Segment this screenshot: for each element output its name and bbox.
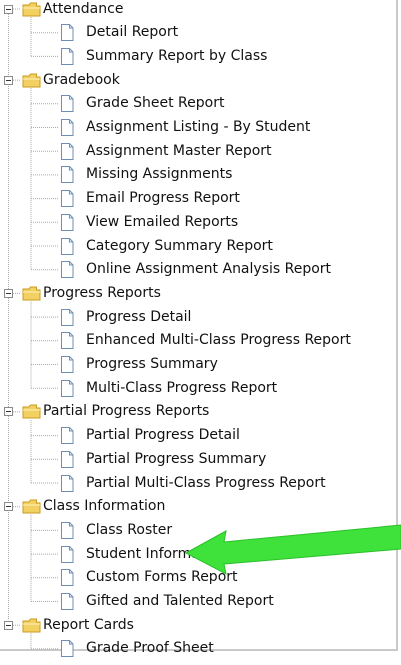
report-item-label[interactable]: Assignment Master Report: [86, 140, 272, 163]
category-gradebook[interactable]: Gradebook: [0, 69, 398, 92]
document-icon: [60, 545, 74, 563]
report-item-partial-progress-detail[interactable]: Partial Progress Detail: [0, 424, 398, 447]
document-icon: [60, 261, 74, 279]
collapse-toggle-icon[interactable]: [4, 4, 13, 14]
folder-open-icon: [22, 286, 41, 301]
collapse-toggle-icon[interactable]: [4, 502, 13, 512]
document-icon: [60, 569, 74, 587]
report-item-label[interactable]: Partial Multi-Class Progress Report: [86, 472, 326, 495]
report-item-partial-multi-class-progress-report[interactable]: Partial Multi-Class Progress Report: [0, 472, 398, 495]
report-item-label[interactable]: Custom Forms Report: [86, 566, 238, 589]
report-item-email-progress-report[interactable]: Email Progress Report: [0, 187, 398, 210]
report-item-label[interactable]: Gifted and Talented Report: [86, 590, 274, 613]
report-item-summary-report-by-class[interactable]: Summary Report by Class: [0, 45, 398, 68]
report-item-label[interactable]: Grade Proof Sheet: [86, 637, 214, 660]
report-item-label[interactable]: Partial Progress Detail: [86, 424, 240, 447]
folder-open-icon: [22, 404, 41, 419]
collapse-toggle-icon[interactable]: [4, 620, 13, 630]
report-item-class-roster[interactable]: Class Roster: [0, 519, 398, 542]
category-progress-reports[interactable]: Progress Reports: [0, 282, 398, 305]
report-item-label[interactable]: Online Assignment Analysis Report: [86, 258, 331, 281]
category-attendance[interactable]: Attendance: [0, 0, 398, 21]
report-item-label[interactable]: Progress Summary: [86, 353, 218, 376]
report-item-grade-sheet-report[interactable]: Grade Sheet Report: [0, 92, 398, 115]
report-item-label[interactable]: Multi-Class Progress Report: [86, 377, 277, 400]
document-icon: [60, 166, 74, 184]
report-item-detail-report[interactable]: Detail Report: [0, 21, 398, 44]
collapse-toggle-icon[interactable]: [4, 407, 13, 417]
report-item-label[interactable]: Grade Sheet Report: [86, 92, 224, 115]
category-report-cards[interactable]: Report Cards: [0, 614, 398, 637]
collapse-toggle-icon[interactable]: [4, 75, 13, 85]
report-item-multi-class-progress-report[interactable]: Multi-Class Progress Report: [0, 377, 398, 400]
category-label[interactable]: Attendance: [43, 0, 123, 21]
document-icon: [60, 24, 74, 42]
category-label[interactable]: Gradebook: [43, 69, 120, 92]
report-item-label[interactable]: Progress Detail: [86, 306, 191, 329]
folder-open-icon: [22, 499, 41, 514]
report-item-label[interactable]: Missing Assignments: [86, 163, 232, 186]
report-item-online-assignment-analysis-report[interactable]: Online Assignment Analysis Report: [0, 258, 398, 281]
document-icon: [60, 379, 74, 397]
report-item-progress-detail[interactable]: Progress Detail: [0, 306, 398, 329]
category-label[interactable]: Class Information: [43, 495, 165, 518]
document-icon: [60, 521, 74, 539]
document-icon: [60, 142, 74, 160]
report-item-label[interactable]: Summary Report by Class: [86, 45, 267, 68]
report-item-gifted-and-talented-report[interactable]: Gifted and Talented Report: [0, 590, 398, 613]
report-item-assignment-master-report[interactable]: Assignment Master Report: [0, 140, 398, 163]
report-item-label[interactable]: Email Progress Report: [86, 187, 240, 210]
document-icon: [60, 640, 74, 658]
report-item-label[interactable]: Student Information: [86, 543, 227, 566]
category-label[interactable]: Partial Progress Reports: [43, 400, 209, 423]
report-item-grade-proof-sheet[interactable]: Grade Proof Sheet: [0, 637, 398, 660]
document-icon: [60, 237, 74, 255]
document-icon: [60, 119, 74, 136]
document-icon: [60, 95, 74, 113]
report-item-progress-summary[interactable]: Progress Summary: [0, 353, 398, 376]
document-icon: [60, 593, 74, 610]
document-icon: [60, 308, 74, 326]
report-item-category-summary-report[interactable]: Category Summary Report: [0, 235, 398, 258]
category-class-information[interactable]: Class Information: [0, 495, 398, 518]
folder-open-icon: [22, 73, 41, 88]
report-item-view-emailed-reports[interactable]: View Emailed Reports: [0, 211, 398, 234]
report-item-label[interactable]: Enhanced Multi-Class Progress Report: [86, 329, 351, 352]
report-item-missing-assignments[interactable]: Missing Assignments: [0, 163, 398, 186]
document-icon: [60, 356, 74, 373]
document-icon: [60, 427, 74, 445]
document-icon: [60, 190, 74, 208]
report-item-label[interactable]: Assignment Listing - By Student: [86, 116, 310, 139]
category-label[interactable]: Report Cards: [43, 614, 134, 637]
report-item-assignment-listing-by-student[interactable]: Assignment Listing - By Student: [0, 116, 398, 139]
document-icon: [60, 450, 74, 468]
document-icon: [60, 474, 74, 492]
report-item-partial-progress-summary[interactable]: Partial Progress Summary: [0, 448, 398, 471]
report-item-student-information[interactable]: Student Information: [0, 543, 398, 566]
report-tree: Attendance Detail Report Summary Report by…: [0, 0, 398, 658]
report-item-enhanced-multi-class-progress-report[interactable]: Enhanced Multi-Class Progress Report: [0, 329, 398, 352]
report-item-label[interactable]: Detail Report: [86, 21, 178, 44]
collapse-toggle-icon[interactable]: [4, 288, 13, 298]
document-icon: [60, 332, 74, 350]
report-item-label[interactable]: Class Roster: [86, 519, 172, 542]
document-icon: [60, 47, 74, 65]
report-item-label[interactable]: Partial Progress Summary: [86, 448, 266, 471]
category-partial-progress-reports[interactable]: Partial Progress Reports: [0, 400, 398, 423]
report-item-custom-forms-report[interactable]: Custom Forms Report: [0, 566, 398, 589]
category-label[interactable]: Progress Reports: [43, 282, 161, 305]
folder-open-icon: [22, 618, 41, 633]
document-icon: [60, 213, 74, 231]
folder-open-icon: [22, 2, 41, 17]
report-item-label[interactable]: View Emailed Reports: [86, 211, 238, 234]
report-item-label[interactable]: Category Summary Report: [86, 235, 273, 258]
